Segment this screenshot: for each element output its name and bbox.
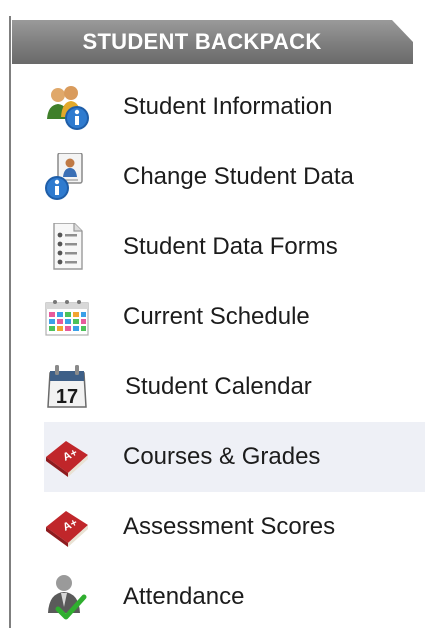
change-data-icon — [44, 142, 90, 212]
menu-item-student-data-forms[interactable]: Student Data Forms — [44, 212, 425, 282]
menu-item-change-student-data[interactable]: Change Student Data — [44, 142, 425, 212]
menu-item-label: Attendance — [123, 583, 245, 610]
panel-title: STUDENT BACKPACK — [82, 29, 322, 54]
data-forms-icon — [44, 212, 90, 282]
menu-item-label: Student Calendar — [125, 373, 312, 400]
menu-item-label: Courses & Grades — [123, 443, 321, 470]
menu-item-current-schedule[interactable]: Current Schedule — [44, 282, 425, 352]
student-backpack-panel: STUDENT BACKPACK Student Information Cha… — [0, 0, 425, 628]
grades-book-icon: A+ — [44, 422, 90, 492]
calendar-17-icon: 17 — [44, 352, 90, 422]
attendance-person-icon — [44, 562, 90, 628]
menu-item-student-calendar[interactable]: 17 Student Calendar — [44, 352, 425, 422]
menu-item-label: Change Student Data — [123, 163, 354, 190]
menu-item-attendance[interactable]: Attendance — [44, 562, 425, 628]
grades-book-icon: A+ — [44, 492, 90, 562]
menu-item-student-information[interactable]: Student Information — [44, 72, 425, 142]
menu-item-label: Assessment Scores — [123, 513, 336, 540]
menu-item-label: Student Data Forms — [123, 233, 338, 260]
panel-header: STUDENT BACKPACK — [12, 20, 413, 64]
student-info-icon — [44, 72, 90, 142]
schedule-calendar-icon — [44, 282, 90, 352]
svg-text:17: 17 — [56, 386, 78, 408]
backpack-menu: Student Information Change Student Data — [44, 72, 425, 628]
menu-item-courses-grades[interactable]: A+ Courses & Grades — [44, 422, 425, 492]
menu-item-label: Student Information — [123, 93, 333, 120]
menu-item-label: Current Schedule — [123, 303, 310, 330]
panel-left-border — [9, 16, 11, 628]
menu-item-assessment-scores[interactable]: A+ Assessment Scores — [44, 492, 425, 562]
